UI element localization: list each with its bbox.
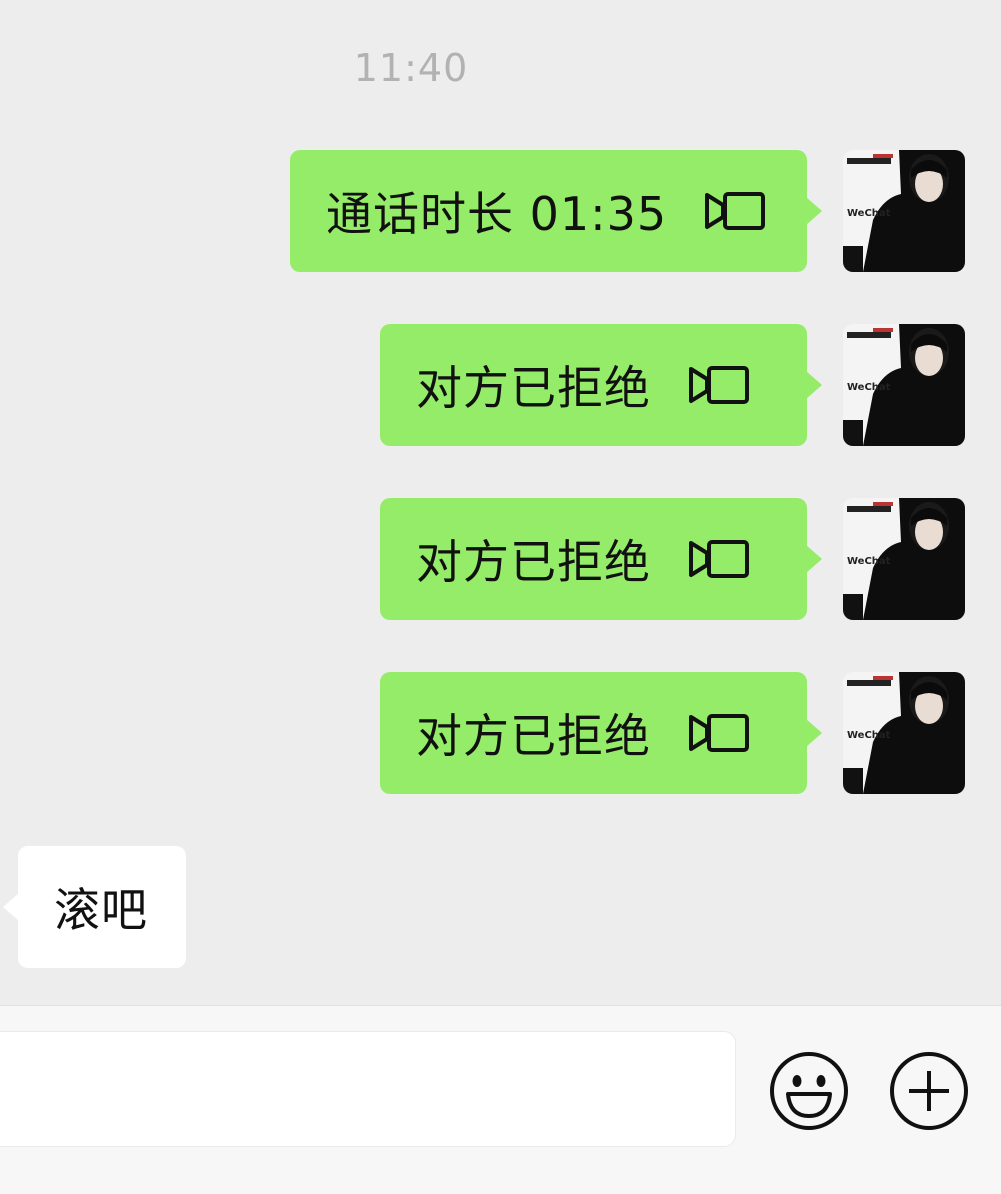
chat-input-bar (0, 1005, 1001, 1194)
incoming-message-bubble[interactable]: 滚吧 (3, 846, 186, 968)
incoming-message-text: 滚吧 (54, 883, 148, 937)
message-row-outgoing: 对方已拒绝 WeChat (380, 672, 965, 796)
plus-circle-icon (890, 1052, 968, 1130)
user-avatar[interactable]: WeChat (843, 324, 965, 446)
avatar-text: WeChat (847, 556, 891, 567)
message-input[interactable] (0, 1031, 736, 1147)
message-row-outgoing: 通话时长 01:35 WeChat (290, 150, 965, 274)
call-status-text: 对方已拒绝 (416, 361, 651, 415)
avatar-text: WeChat (847, 382, 891, 393)
smiley-icon (770, 1052, 848, 1130)
emoji-button[interactable] (768, 1050, 850, 1132)
call-status-text: 对方已拒绝 (416, 709, 651, 763)
avatar-text: WeChat (847, 730, 891, 741)
message-row-outgoing: 对方已拒绝 WeChat (380, 498, 965, 622)
message-row-outgoing: 对方已拒绝 WeChat (380, 324, 965, 448)
user-avatar[interactable]: WeChat (843, 150, 965, 272)
video-call-icon (687, 713, 751, 753)
outgoing-call-bubble[interactable]: 通话时长 01:35 (290, 150, 822, 272)
outgoing-call-bubble[interactable]: 对方已拒绝 (380, 498, 822, 620)
video-call-icon (687, 539, 751, 579)
avatar-text: WeChat (847, 208, 891, 219)
call-status-text: 对方已拒绝 (416, 535, 651, 589)
video-call-icon (703, 191, 767, 231)
call-status-text: 通话时长 01:35 (326, 187, 668, 241)
user-avatar[interactable]: WeChat (843, 498, 965, 620)
video-call-icon (687, 365, 751, 405)
more-options-button[interactable] (888, 1050, 970, 1132)
outgoing-call-bubble[interactable]: 对方已拒绝 (380, 672, 822, 794)
home-indicator-area (0, 1168, 1001, 1194)
message-timestamp: 11:40 (353, 46, 469, 90)
chat-message-area[interactable]: 11:40 通话时长 01:35 WeChat 对方已拒绝 WeChat 对方已… (0, 0, 1001, 1005)
outgoing-call-bubble[interactable]: 对方已拒绝 (380, 324, 822, 446)
user-avatar[interactable]: WeChat (843, 672, 965, 794)
